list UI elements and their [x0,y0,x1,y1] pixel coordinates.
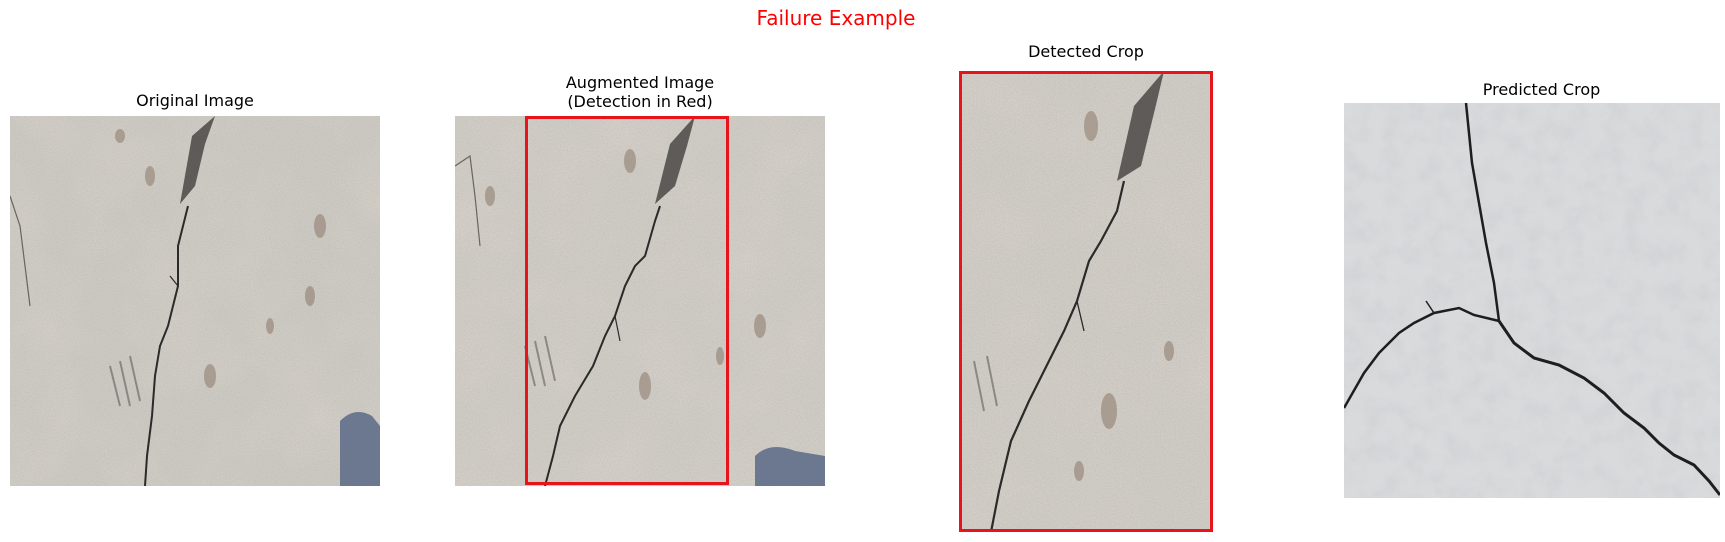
panel-title-predicted: Predicted Crop [1482,80,1601,99]
figure-title: Failure Example [756,6,916,30]
panel-title-detected: Detected Crop [1028,42,1144,61]
detection-box [525,116,729,485]
predicted-crop [1344,103,1720,498]
augmented-image [455,116,825,486]
original-image [10,116,380,486]
panel-title-augmented: Augmented Image (Detection in Red) [565,73,715,111]
detected-crop-border [959,71,1213,532]
detected-crop [959,71,1213,532]
panel-title-original: Original Image [136,91,254,110]
